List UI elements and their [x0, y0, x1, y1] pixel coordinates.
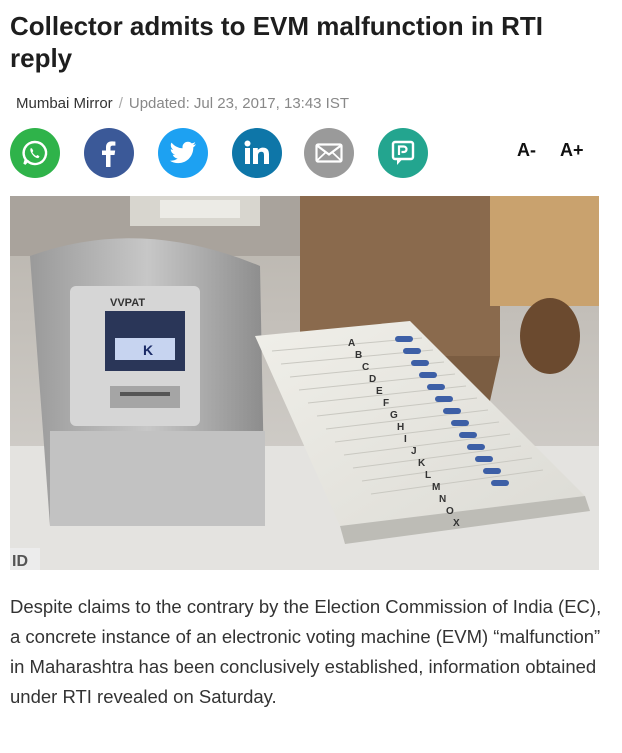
ballot-letter: K — [418, 458, 426, 469]
ballot-letter: D — [369, 374, 376, 385]
article-photo: VVPAT K A B C D E F G H I J K L M N O X … — [10, 196, 599, 570]
twitter-icon — [169, 141, 196, 164]
article-headline: Collector admits to EVM malfunction in R… — [10, 11, 544, 73]
ballot-letter: H — [397, 422, 404, 433]
facebook-share-button[interactable] — [84, 128, 134, 178]
ballot-letter: O — [446, 506, 454, 517]
ballot-letter: C — [362, 362, 369, 373]
ballot-letter: X — [453, 518, 460, 529]
vvpat-label: VVPAT — [110, 297, 145, 309]
twitter-share-button[interactable] — [158, 128, 208, 178]
evm-vvpat-image: VVPAT K A B C D E F G H I J K L M N O X … — [10, 196, 599, 570]
font-decrease-button[interactable]: A- — [517, 140, 536, 161]
ballot-letter: I — [404, 434, 407, 445]
article-body: Despite claims to the contrary by the El… — [10, 596, 602, 707]
email-share-button[interactable] — [304, 128, 354, 178]
comment-icon — [391, 140, 415, 165]
ballot-letter: F — [383, 398, 389, 409]
ballot-letter: L — [425, 470, 431, 481]
ballot-letter: N — [439, 494, 446, 505]
ballot-letter: M — [432, 482, 440, 493]
photo-corner-text: ID — [12, 553, 28, 570]
ballot-letter: E — [376, 386, 383, 397]
updated-timestamp: Updated: Jul 23, 2017, 13:43 IST — [128, 95, 350, 112]
linkedin-icon — [244, 140, 269, 164]
whatsapp-icon — [22, 140, 48, 166]
byline: Mumbai Mirror / Updated: Jul 23, 2017, 13:… — [16, 95, 349, 112]
linkedin-share-button[interactable] — [232, 128, 282, 178]
whatsapp-share-button[interactable] — [10, 128, 60, 178]
share-bar: A- A+ — [10, 128, 610, 180]
ballot-letter: B — [355, 350, 362, 361]
source-name[interactable]: Mumbai Mirror — [16, 95, 113, 112]
ballot-letter: A — [348, 338, 355, 349]
ballot-letter: G — [390, 410, 398, 421]
comment-share-button[interactable] — [378, 128, 428, 178]
byline-separator: / — [118, 95, 123, 112]
facebook-icon — [102, 141, 116, 167]
font-increase-button[interactable]: A+ — [560, 140, 584, 161]
mail-icon — [315, 143, 343, 163]
ballot-letter: J — [411, 446, 417, 457]
vvpat-screen-letter: K — [143, 342, 153, 358]
